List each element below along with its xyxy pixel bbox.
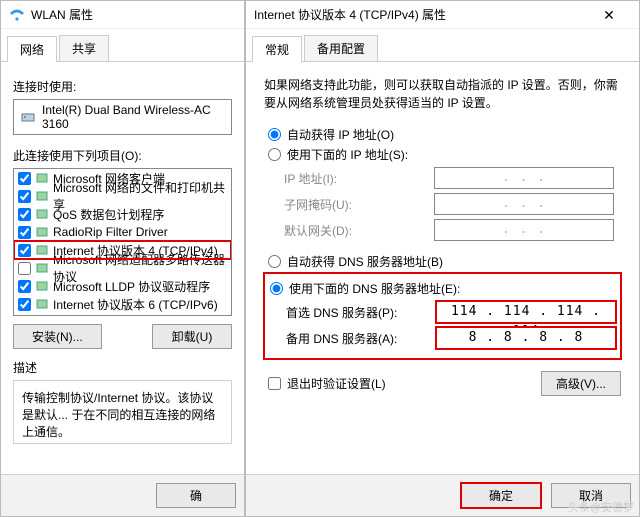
component-icon [35, 261, 49, 275]
uninstall-button[interactable]: 卸载(U) [152, 324, 232, 349]
list-item-checkbox[interactable] [18, 244, 31, 257]
wlan-bottom-bar: 确 [1, 474, 244, 516]
mask-input[interactable]: . . . [434, 193, 614, 215]
component-icon [35, 279, 49, 293]
component-icon [35, 297, 49, 311]
list-item-label: Microsoft LLDP 协议驱动程序 [53, 278, 210, 295]
wlan-ok-button[interactable]: 确 [156, 483, 236, 508]
ok-button[interactable]: 确定 [461, 483, 541, 508]
validate-on-exit[interactable]: 退出时验证设置(L) [268, 375, 386, 392]
dns2-label: 备用 DNS 服务器(A): [286, 330, 436, 347]
list-item-label: Internet 协议版本 6 (TCP/IPv6) [53, 296, 218, 313]
component-icon [35, 225, 49, 239]
ipv4-bottom-bar: 确定 取消 [246, 474, 639, 516]
adapter-name: Intel(R) Dual Band Wireless-AC 3160 [42, 103, 225, 131]
items-label: 此连接使用下列项目(O): [13, 147, 232, 164]
dns-section-highlight: 使用下面的 DNS 服务器地址(E): 首选 DNS 服务器(P):114 . … [264, 273, 621, 359]
dns1-input[interactable]: 114 . 114 . 114 . 114 [436, 301, 616, 323]
tab-alternate[interactable]: 备用配置 [304, 35, 378, 61]
list-item[interactable]: Internet 协议版本 6 (TCP/IPv6) [14, 295, 231, 313]
list-item-label: RadioRip Filter Driver [53, 225, 168, 239]
wlan-title: WLAN 属性 [31, 6, 236, 23]
radio-auto-ip-input[interactable] [268, 128, 281, 141]
wlan-dialog: WLAN 属性 网络 共享 连接时使用: Intel(R) Dual Band … [0, 0, 245, 517]
tab-sharing[interactable]: 共享 [59, 35, 109, 61]
ipv4-tabs: 常规 备用配置 [246, 29, 639, 61]
component-icon [35, 207, 49, 221]
radio-manual-dns[interactable]: 使用下面的 DNS 服务器地址(E): [270, 280, 619, 297]
validate-checkbox[interactable] [268, 377, 281, 390]
install-button[interactable]: 安装(N)... [13, 324, 102, 349]
intro-text: 如果网络支持此功能，则可以获取自动指派的 IP 设置。否则，你需要从网络系统管理… [264, 76, 621, 112]
ipv4-titlebar: Internet 协议版本 4 (TCP/IPv4) 属性 ✕ [246, 1, 639, 29]
radio-auto-dns-input[interactable] [268, 255, 281, 268]
tab-network[interactable]: 网络 [7, 36, 57, 62]
wifi-icon [9, 7, 25, 23]
wlan-titlebar: WLAN 属性 [1, 1, 244, 29]
list-item[interactable]: Microsoft LLDP 协议驱动程序 [14, 277, 231, 295]
connect-using-label: 连接时使用: [13, 78, 232, 95]
advanced-button[interactable]: 高级(V)... [541, 371, 621, 396]
wlan-tabs: 网络 共享 [1, 29, 244, 61]
component-icon [35, 171, 49, 185]
ipv4-title: Internet 协议版本 4 (TCP/IPv4) 属性 [254, 6, 587, 23]
list-item-checkbox[interactable] [18, 298, 31, 311]
desc-heading: 描述 [13, 359, 232, 376]
mask-label: 子网掩码(U): [284, 196, 434, 213]
cancel-button[interactable]: 取消 [551, 483, 631, 508]
gw-label: 默认网关(D): [284, 222, 434, 239]
list-item-checkbox[interactable] [18, 208, 31, 221]
radio-manual-ip[interactable]: 使用下面的 IP 地址(S): [268, 146, 621, 163]
list-item[interactable]: RadioRip Filter Driver [14, 223, 231, 241]
component-icon [35, 189, 49, 203]
adapter-box: Intel(R) Dual Band Wireless-AC 3160 [13, 99, 232, 135]
component-icon [35, 243, 49, 257]
list-item-label: QoS 数据包计划程序 [53, 206, 164, 223]
close-icon[interactable]: ✕ [587, 1, 631, 29]
gw-input[interactable]: . . . [434, 219, 614, 241]
list-item-checkbox[interactable] [18, 172, 31, 185]
list-item[interactable]: Microsoft 网络适配器多路传送器协议 [14, 259, 231, 277]
list-item[interactable]: Microsoft 网络的文件和打印机共享 [14, 187, 231, 205]
dns2-input[interactable]: 8 . 8 . 8 . 8 [436, 327, 616, 349]
list-item-checkbox[interactable] [18, 190, 31, 203]
tab-general[interactable]: 常规 [252, 36, 302, 62]
radio-auto-ip[interactable]: 自动获得 IP 地址(O) [268, 126, 621, 143]
ip-label: IP 地址(I): [284, 170, 434, 187]
components-listbox[interactable]: Microsoft 网络客户端Microsoft 网络的文件和打印机共享QoS … [13, 168, 232, 316]
radio-manual-dns-input[interactable] [270, 282, 283, 295]
list-item-checkbox[interactable] [18, 226, 31, 239]
list-item-checkbox[interactable] [18, 262, 31, 275]
desc-box: 传输控制协议/Internet 协议。该协议是默认... 于在不同的相互连接的网… [13, 380, 232, 444]
radio-manual-ip-input[interactable] [268, 148, 281, 161]
ipv4-dialog: Internet 协议版本 4 (TCP/IPv4) 属性 ✕ 常规 备用配置 … [245, 0, 640, 517]
list-item-checkbox[interactable] [18, 280, 31, 293]
radio-auto-dns[interactable]: 自动获得 DNS 服务器地址(B) [268, 253, 621, 270]
adapter-icon [20, 109, 36, 125]
ip-input[interactable]: . . . [434, 167, 614, 189]
dns1-label: 首选 DNS 服务器(P): [286, 304, 436, 321]
